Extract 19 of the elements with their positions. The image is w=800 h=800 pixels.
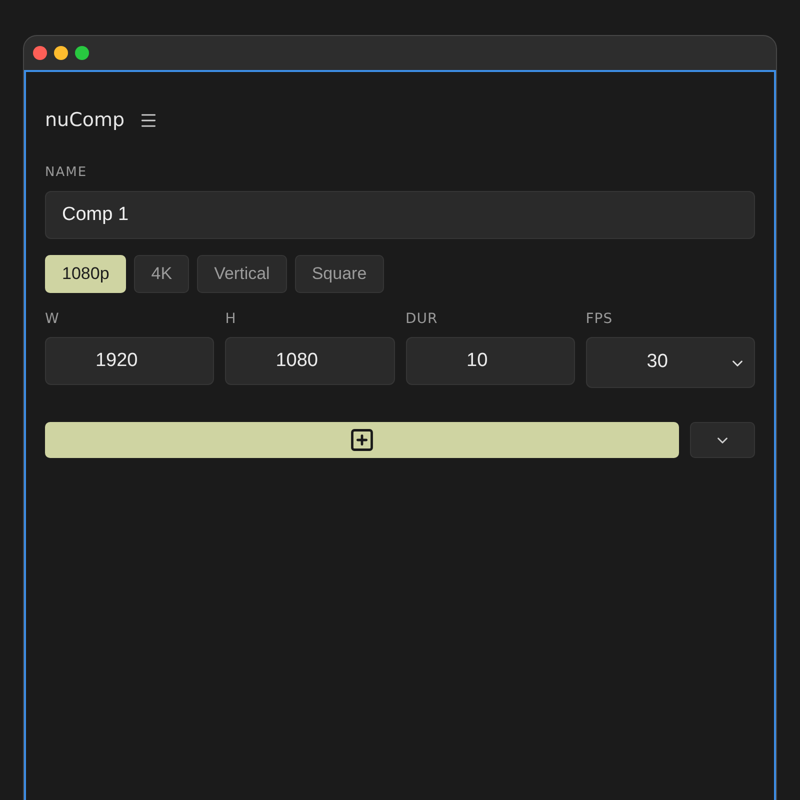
field-label: DUR [406, 311, 439, 327]
close-button[interactable] [33, 46, 47, 60]
app-title: nuComp [45, 108, 125, 133]
preset-button[interactable]: 1080p [45, 255, 126, 293]
field-label: FPS [586, 311, 614, 327]
select-field[interactable]: 30 [586, 337, 755, 388]
preset-button[interactable]: Square [294, 255, 384, 293]
minimize-button[interactable] [54, 46, 68, 60]
name-input[interactable]: Comp 1 [45, 191, 755, 239]
number-field[interactable]: 10 [406, 337, 575, 385]
plus-square-icon [349, 427, 375, 453]
number-field[interactable]: 1080 [225, 337, 394, 385]
zoom-button[interactable] [75, 46, 89, 60]
field-label: H [225, 311, 238, 327]
number-field[interactable]: 1920 [45, 337, 214, 385]
field-label: W [45, 311, 60, 327]
preset-button[interactable]: Vertical [197, 255, 287, 293]
field-label: NAME [45, 165, 88, 181]
preset-button[interactable]: 4K [134, 255, 190, 293]
